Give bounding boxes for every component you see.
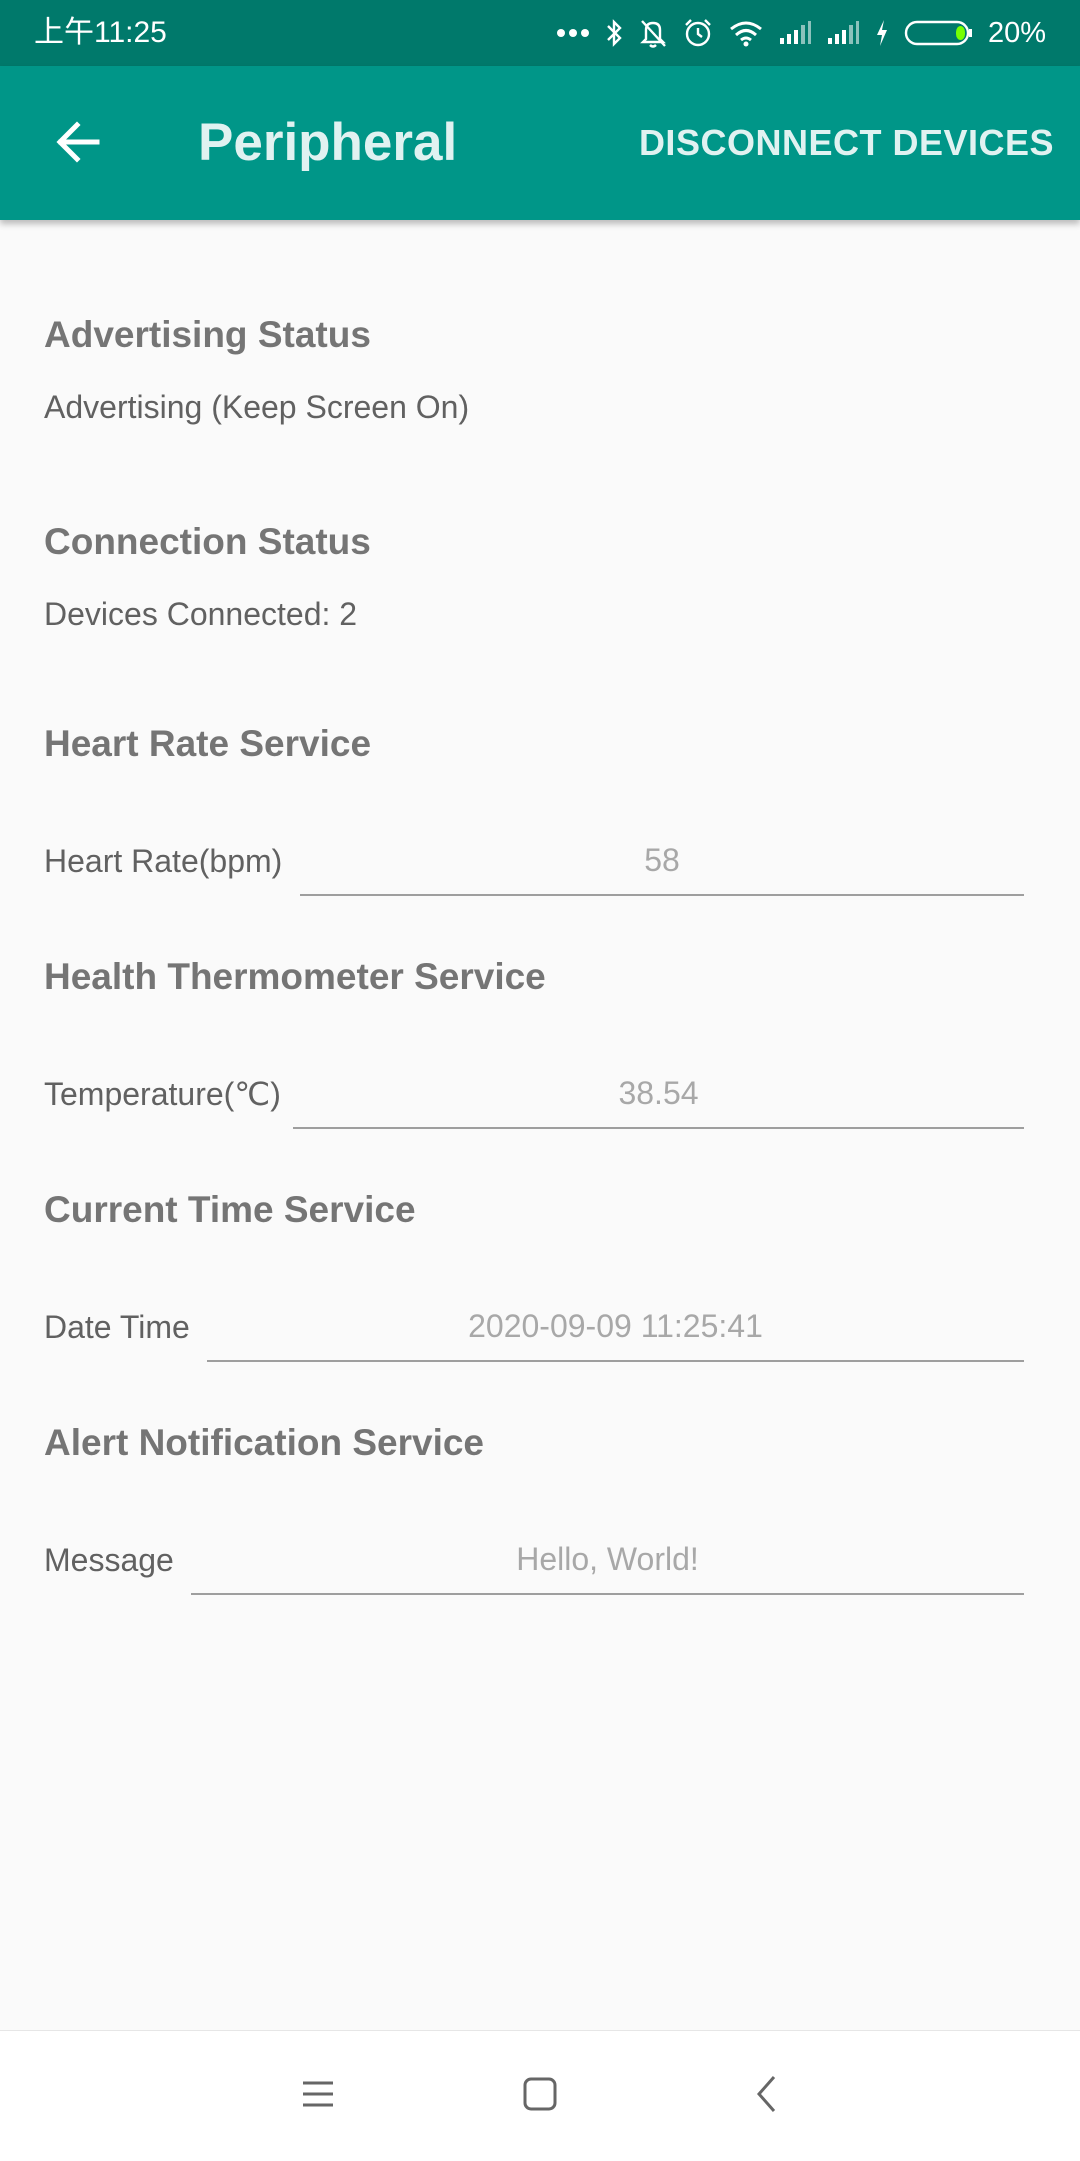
back-nav-button[interactable]	[736, 2066, 796, 2126]
status-bar: 上午11:25 20%	[0, 0, 1080, 66]
recents-button[interactable]	[288, 2066, 348, 2126]
temperature-label: Temperature(℃)	[44, 1076, 281, 1112]
connection-status-value: Devices Connected: 2	[44, 596, 358, 632]
mute-bell-icon	[638, 17, 668, 49]
current-time-service-title: Current Time Service	[44, 1189, 416, 1230]
disconnect-devices-button[interactable]: DISCONNECT DEVICES	[635, 66, 1058, 220]
battery-percent: 20%	[987, 17, 1046, 49]
health-thermometer-service-title: Health Thermometer Service	[44, 956, 546, 997]
status-time: 上午11:25	[34, 16, 167, 49]
signal-icon-sim1	[778, 20, 812, 46]
advertising-status-title: Advertising Status	[44, 314, 371, 355]
bluetooth-icon	[604, 18, 624, 48]
heart-rate-input[interactable]	[300, 826, 1024, 896]
arrow-back-icon	[55, 119, 101, 170]
more-notifications-icon	[556, 27, 590, 39]
status-icons: 20%	[556, 0, 1046, 66]
battery-icon	[904, 19, 974, 47]
advertising-status-value: Advertising (Keep Screen On)	[44, 389, 470, 425]
menu-icon	[300, 2079, 336, 2114]
connection-status-title: Connection Status	[44, 521, 371, 562]
message-row: Message	[44, 1525, 1024, 1595]
home-button[interactable]	[510, 2066, 570, 2126]
charging-icon	[874, 18, 890, 48]
heart-rate-label: Heart Rate(bpm)	[44, 843, 283, 879]
signal-icon-sim2	[826, 20, 860, 46]
message-input[interactable]	[191, 1525, 1024, 1595]
chevron-left-icon	[754, 2074, 778, 2119]
system-navigation-bar	[0, 2030, 1080, 2161]
heart-rate-row: Heart Rate(bpm)	[44, 826, 1024, 896]
date-time-input[interactable]	[207, 1292, 1024, 1362]
temperature-row: Temperature(℃)	[44, 1059, 1024, 1129]
wifi-icon	[728, 19, 764, 47]
app-bar: Peripheral DISCONNECT DEVICES	[0, 66, 1080, 220]
alert-notification-service-title: Alert Notification Service	[44, 1422, 485, 1463]
page-title: Peripheral	[198, 113, 458, 172]
alarm-icon	[682, 17, 714, 49]
message-label: Message	[44, 1542, 174, 1578]
back-button[interactable]	[38, 104, 118, 184]
date-time-label: Date Time	[44, 1309, 190, 1345]
square-home-icon	[522, 2076, 558, 2117]
heart-rate-service-title: Heart Rate Service	[44, 723, 372, 764]
temperature-input[interactable]	[293, 1059, 1024, 1129]
date-time-row: Date Time	[44, 1292, 1024, 1362]
